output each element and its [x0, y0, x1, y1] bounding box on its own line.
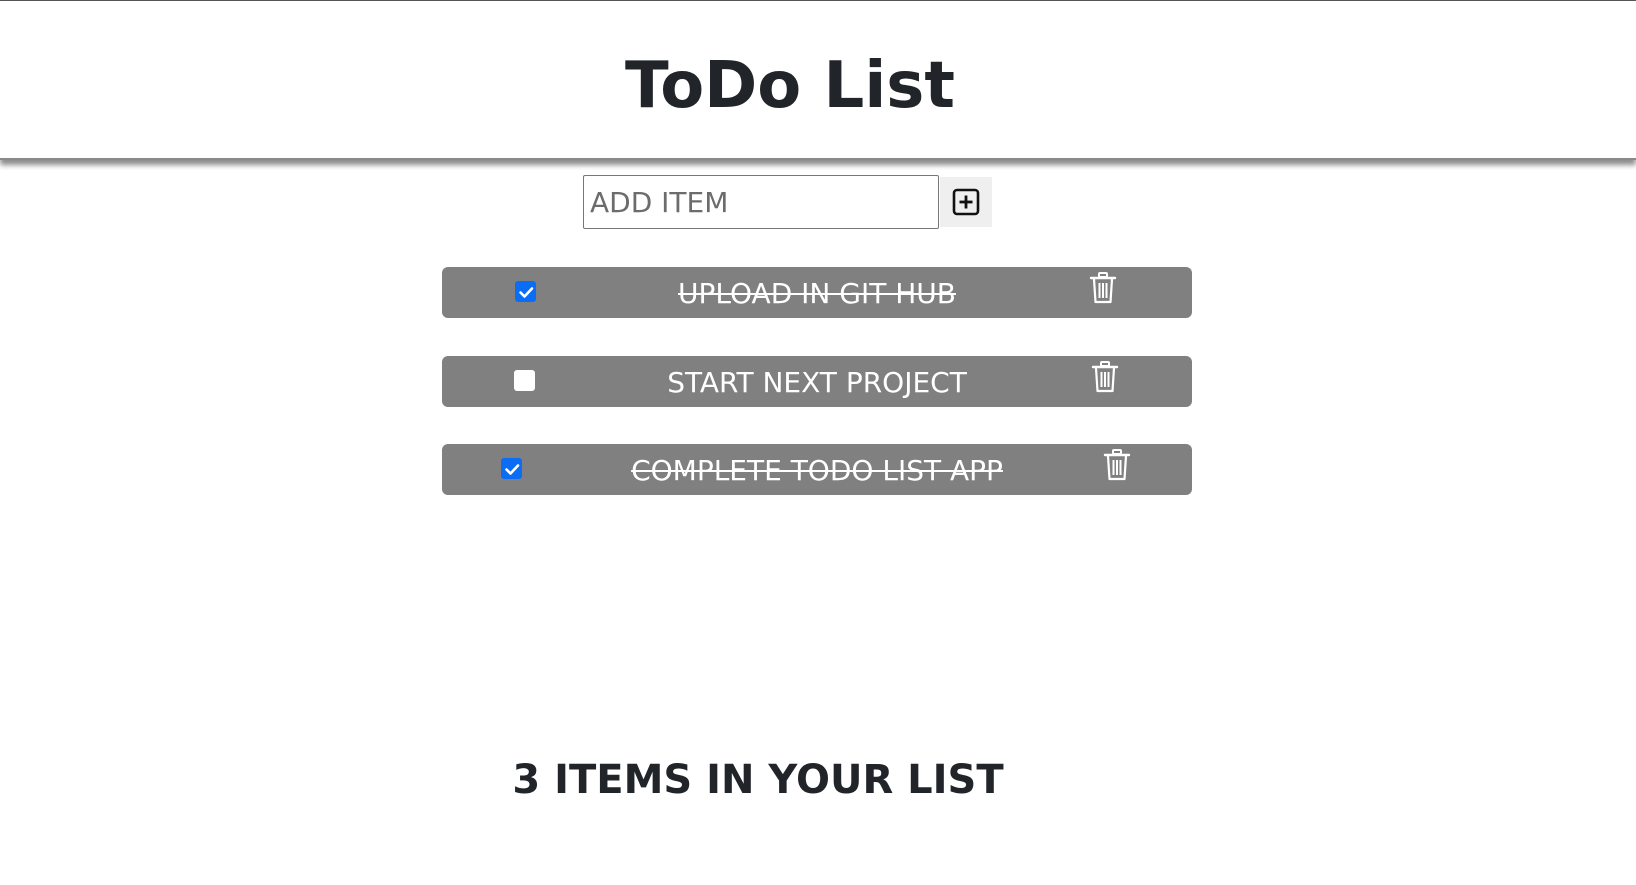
todo-item: COMPLETE TODO LIST APP	[442, 444, 1192, 495]
todo-label: START NEXT PROJECT	[667, 366, 967, 399]
trash-icon	[1091, 361, 1119, 393]
item-count-text: 3 ITEMS IN YOUR LIST	[512, 757, 1004, 803]
add-item-input[interactable]	[583, 175, 939, 229]
add-item-row	[583, 175, 992, 229]
delete-button[interactable]	[1102, 448, 1132, 482]
delete-button[interactable]	[1088, 271, 1118, 305]
plus-square-icon	[952, 188, 980, 216]
trash-icon	[1089, 272, 1117, 304]
page-title: ToDo List	[625, 49, 955, 123]
todo-label: COMPLETE TODO LIST APP	[631, 454, 1003, 487]
page-header: ToDo List	[0, 1, 1636, 160]
todo-item: UPLOAD IN GIT HUB	[442, 267, 1192, 318]
trash-icon	[1103, 449, 1131, 481]
delete-button[interactable]	[1090, 360, 1120, 394]
add-item-button[interactable]	[940, 177, 992, 227]
todo-label: UPLOAD IN GIT HUB	[678, 277, 956, 310]
todo-item: START NEXT PROJECT	[442, 356, 1192, 407]
